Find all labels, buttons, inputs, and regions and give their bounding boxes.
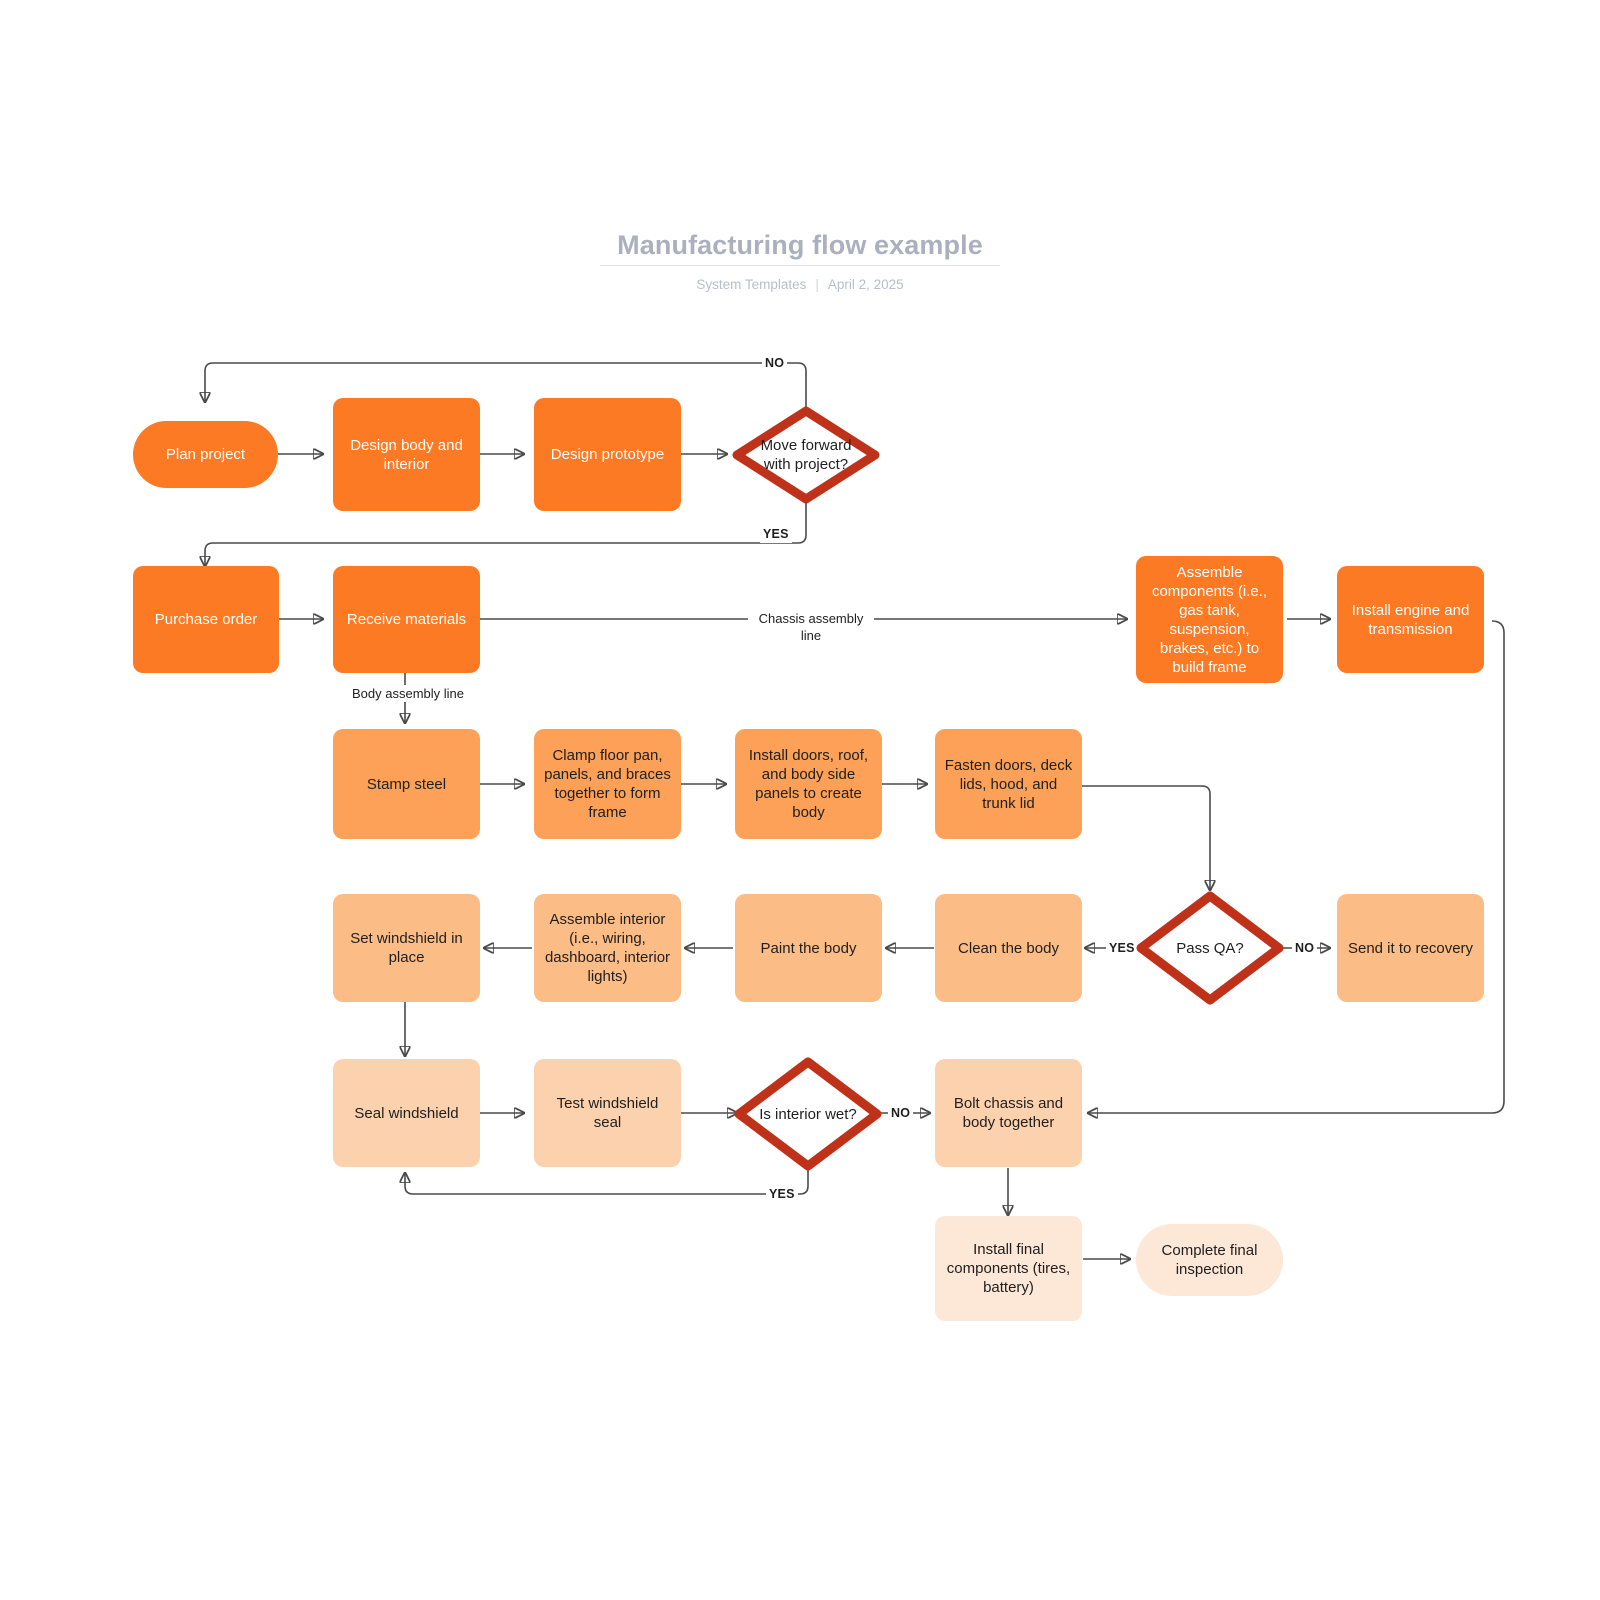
edge-label-decision-yes: YES	[760, 526, 792, 543]
node-label: Paint the body	[760, 939, 857, 957]
title-divider	[600, 265, 1000, 266]
node-label: Install final components (tires, battery…	[946, 1241, 1071, 1296]
node-design-body-and-interior[interactable]: Design body and interior	[333, 398, 480, 511]
document-date: April 2, 2025	[827, 277, 904, 292]
node-pass-qa-decision[interactable]: Pass QA?	[1135, 890, 1285, 1006]
node-label: Install engine and transmission	[1351, 601, 1470, 638]
node-label: Set windshield in place	[350, 930, 463, 966]
node-label: Test windshield seal	[556, 1095, 659, 1131]
node-label: Clean the body	[958, 939, 1059, 957]
node-label: Clamp floor pan, panels, and braces toge…	[544, 747, 671, 821]
node-label: Pass QA?	[1176, 939, 1244, 957]
node-fasten-doors-deck-lids[interactable]: Fasten doors, deck lids, hood, and trunk…	[935, 729, 1082, 839]
edge-install-engine-to-bolt	[1088, 620, 1505, 1113]
node-label: Purchase order	[154, 611, 258, 628]
edge-label-qa-no: NO	[1292, 940, 1318, 957]
node-plan-project[interactable]: Plan project	[133, 421, 278, 488]
diagram-canvas: Manufacturing flow example System Templa…	[0, 0, 1600, 1600]
document-author: System Templates	[696, 277, 807, 292]
node-label: Is interior wet?	[759, 1105, 857, 1123]
node-assemble-interior[interactable]: Assemble interior (i.e., wiring, dashboa…	[534, 894, 681, 1002]
node-label: Seal windshield	[354, 1104, 459, 1122]
subtitle-separator: |	[815, 277, 819, 292]
node-label: Install doors, roof, and body side panel…	[748, 747, 869, 821]
node-label: Receive materials	[346, 611, 467, 628]
node-is-interior-wet-decision[interactable]: Is interior wet?	[733, 1056, 883, 1172]
node-paint-the-body[interactable]: Paint the body	[735, 894, 882, 1002]
edge-label-chassis-line: Chassis assembly line	[748, 610, 874, 644]
document-header: Manufacturing flow example System Templa…	[0, 228, 1600, 294]
node-label: Stamp steel	[366, 775, 447, 793]
node-label: Design prototype	[550, 446, 665, 463]
node-assemble-components[interactable]: Assemble components (i.e., gas tank, sus…	[1136, 556, 1283, 683]
node-complete-final-inspection[interactable]: Complete final inspection	[1136, 1224, 1283, 1296]
node-install-engine-and-transmission[interactable]: Install engine and transmission	[1337, 566, 1484, 673]
node-move-forward-decision[interactable]: Move forward with project?	[731, 405, 881, 505]
edge-decision-no-to-plan	[205, 362, 807, 410]
node-label: Move forward with project?	[760, 437, 852, 473]
node-send-it-to-recovery[interactable]: Send it to recovery	[1337, 894, 1484, 1002]
edge-decision-yes-to-purchase	[205, 499, 807, 566]
edge-interior-wet-yes-to-seal	[405, 1170, 809, 1195]
node-receive-materials[interactable]: Receive materials	[333, 566, 480, 673]
edge-label-body-line: Body assembly line	[345, 685, 471, 702]
node-label: Fasten doors, deck lids, hood, and trunk…	[944, 756, 1073, 812]
node-label: Assemble components (i.e., gas tank, sus…	[1151, 563, 1268, 676]
node-install-doors-roof-panels[interactable]: Install doors, roof, and body side panel…	[735, 729, 882, 839]
node-clamp-floor-pan[interactable]: Clamp floor pan, panels, and braces toge…	[534, 729, 681, 839]
node-design-prototype[interactable]: Design prototype	[534, 398, 681, 511]
node-stamp-steel[interactable]: Stamp steel	[333, 729, 480, 839]
node-label: Send it to recovery	[1347, 939, 1474, 957]
node-install-final-components[interactable]: Install final components (tires, battery…	[935, 1216, 1082, 1321]
node-label: Plan project	[165, 446, 246, 463]
document-subtitle: System Templates | April 2, 2025	[0, 276, 1600, 294]
node-seal-windshield[interactable]: Seal windshield	[333, 1059, 480, 1167]
node-bolt-chassis-and-body[interactable]: Bolt chassis and body together	[935, 1059, 1082, 1167]
node-clean-the-body[interactable]: Clean the body	[935, 894, 1082, 1002]
node-test-windshield-seal[interactable]: Test windshield seal	[534, 1059, 681, 1167]
edge-label-qa-yes: YES	[1106, 940, 1138, 957]
edge-label-interior-wet-yes: YES	[766, 1186, 798, 1203]
node-label: Bolt chassis and body together	[953, 1095, 1064, 1131]
node-set-windshield-in-place[interactable]: Set windshield in place	[333, 894, 480, 1002]
edge-label-interior-wet-no: NO	[888, 1105, 914, 1122]
page-title: Manufacturing flow example	[617, 230, 983, 260]
node-label: Assemble interior (i.e., wiring, dashboa…	[544, 911, 671, 985]
edge-fasten-to-pass-qa	[1082, 785, 1210, 890]
node-label: Design body and interior	[350, 436, 463, 473]
node-label: Complete final inspection	[1161, 1242, 1258, 1278]
edge-label-decision-no: NO	[762, 355, 788, 372]
node-purchase-order[interactable]: Purchase order	[133, 566, 279, 673]
